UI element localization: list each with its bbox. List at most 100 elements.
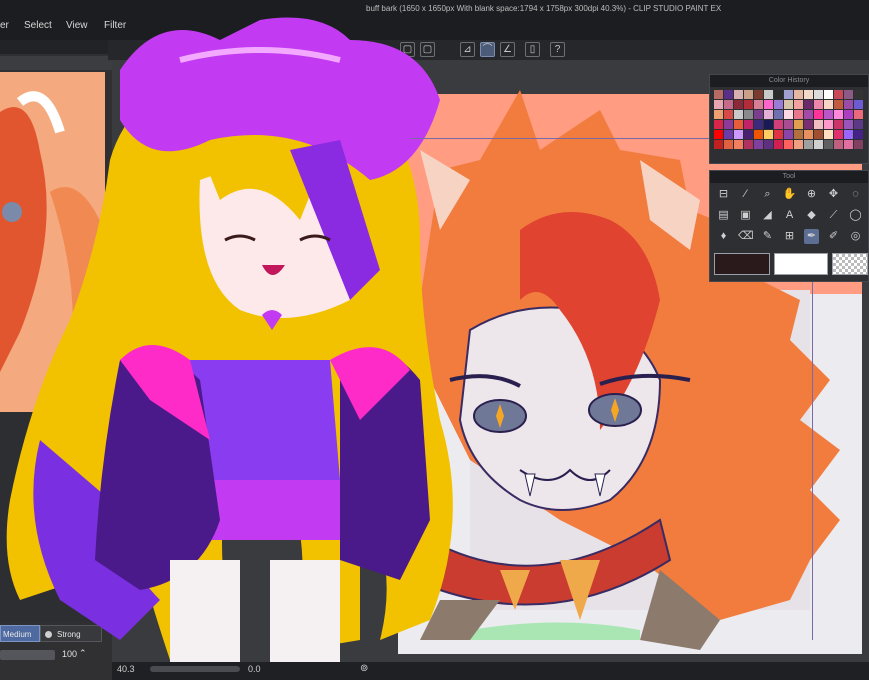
color-swatch[interactable] bbox=[734, 140, 743, 149]
airbrush-icon[interactable]: ◎ bbox=[848, 229, 863, 244]
move-layer-icon[interactable]: ⊕ bbox=[804, 187, 819, 202]
color-swatch[interactable] bbox=[794, 110, 803, 119]
color-swatch[interactable] bbox=[724, 90, 733, 99]
color-swatch[interactable] bbox=[714, 100, 723, 109]
color-swatch[interactable] bbox=[754, 110, 763, 119]
color-swatch[interactable] bbox=[824, 120, 833, 129]
color-swatch[interactable] bbox=[804, 110, 813, 119]
color-swatch[interactable] bbox=[774, 100, 783, 109]
color-swatch[interactable] bbox=[824, 90, 833, 99]
color-swatch[interactable] bbox=[724, 140, 733, 149]
hand-icon[interactable]: ✋ bbox=[782, 187, 797, 202]
color-swatch[interactable] bbox=[784, 120, 793, 129]
color-swatch[interactable] bbox=[854, 120, 863, 129]
color-swatch[interactable] bbox=[804, 120, 813, 129]
color-swatch[interactable] bbox=[794, 100, 803, 109]
rotate-reset-icon[interactable]: ⊚ bbox=[360, 663, 368, 674]
color-swatch[interactable] bbox=[754, 100, 763, 109]
color-swatch[interactable] bbox=[714, 90, 723, 99]
color-swatch[interactable] bbox=[834, 100, 843, 109]
lasso-icon[interactable]: ◌ bbox=[848, 187, 863, 202]
color-swatch[interactable] bbox=[754, 130, 763, 139]
eyedropper-icon[interactable]: ⟋ bbox=[826, 208, 841, 223]
color-swatch[interactable] bbox=[844, 90, 853, 99]
color-swatch[interactable] bbox=[744, 130, 753, 139]
search-icon[interactable]: ⌕ bbox=[760, 187, 775, 202]
color-swatch[interactable] bbox=[754, 120, 763, 129]
color-swatch[interactable] bbox=[804, 90, 813, 99]
color-swatch[interactable] bbox=[754, 90, 763, 99]
color-swatch[interactable] bbox=[764, 110, 773, 119]
brush-icon[interactable]: ⁄ bbox=[738, 187, 753, 202]
color-swatch[interactable] bbox=[794, 90, 803, 99]
text-icon[interactable]: A bbox=[782, 208, 797, 223]
color-swatch[interactable] bbox=[764, 130, 773, 139]
fill-icon[interactable]: ◆ bbox=[804, 208, 819, 223]
color-swatch[interactable] bbox=[784, 90, 793, 99]
color-swatch[interactable] bbox=[814, 100, 823, 109]
color-swatch[interactable] bbox=[784, 100, 793, 109]
color-swatch[interactable] bbox=[754, 140, 763, 149]
move-icon[interactable]: ✥ bbox=[826, 187, 841, 202]
color-swatch[interactable] bbox=[854, 100, 863, 109]
zoom-slider[interactable] bbox=[150, 666, 240, 672]
color-swatch[interactable] bbox=[744, 120, 753, 129]
color-swatch[interactable] bbox=[744, 90, 753, 99]
color-swatch[interactable] bbox=[724, 120, 733, 129]
rotation-value[interactable]: 0.0 bbox=[248, 664, 261, 674]
main-color-chip[interactable] bbox=[714, 253, 770, 275]
color-swatch[interactable] bbox=[824, 100, 833, 109]
color-swatch[interactable] bbox=[724, 130, 733, 139]
color-swatch[interactable] bbox=[824, 110, 833, 119]
zoom-value[interactable]: 40.3 bbox=[117, 664, 135, 674]
color-swatch[interactable] bbox=[804, 100, 813, 109]
color-swatch[interactable] bbox=[734, 130, 743, 139]
color-swatch[interactable] bbox=[764, 140, 773, 149]
color-swatch[interactable] bbox=[734, 90, 743, 99]
color-swatch[interactable] bbox=[744, 100, 753, 109]
color-swatch[interactable] bbox=[744, 110, 753, 119]
color-swatch[interactable] bbox=[794, 120, 803, 129]
color-swatch[interactable] bbox=[764, 120, 773, 129]
eraser-icon[interactable]: ⌫ bbox=[738, 229, 754, 244]
color-swatch[interactable] bbox=[844, 110, 853, 119]
color-swatch[interactable] bbox=[734, 110, 743, 119]
transparent-color-chip[interactable] bbox=[832, 253, 868, 275]
grid-icon[interactable]: ⊞ bbox=[782, 229, 797, 244]
ruler-tool-icon[interactable]: ◢ bbox=[760, 208, 775, 223]
color-swatch[interactable] bbox=[774, 110, 783, 119]
color-swatch[interactable] bbox=[834, 110, 843, 119]
color-swatch[interactable] bbox=[844, 100, 853, 109]
pen-icon[interactable]: ✒ bbox=[804, 229, 819, 244]
color-swatch[interactable] bbox=[794, 140, 803, 149]
color-swatch[interactable] bbox=[714, 130, 723, 139]
sub-color-chip[interactable] bbox=[774, 253, 828, 275]
color-swatch[interactable] bbox=[854, 130, 863, 139]
color-swatch[interactable] bbox=[814, 90, 823, 99]
water-icon[interactable]: ♦ bbox=[716, 229, 731, 244]
color-swatch[interactable] bbox=[734, 100, 743, 109]
color-swatch[interactable] bbox=[854, 110, 863, 119]
figure-icon[interactable]: ▣ bbox=[738, 208, 753, 223]
color-swatch[interactable] bbox=[784, 130, 793, 139]
color-swatch[interactable] bbox=[814, 130, 823, 139]
color-swatch[interactable] bbox=[814, 120, 823, 129]
color-swatch[interactable] bbox=[714, 140, 723, 149]
color-swatch[interactable] bbox=[834, 140, 843, 149]
color-swatch[interactable] bbox=[834, 120, 843, 129]
color-swatch[interactable] bbox=[784, 140, 793, 149]
color-swatch[interactable] bbox=[824, 140, 833, 149]
color-swatch[interactable] bbox=[844, 130, 853, 139]
color-swatch[interactable] bbox=[814, 110, 823, 119]
color-swatch[interactable] bbox=[774, 130, 783, 139]
color-swatch[interactable] bbox=[744, 140, 753, 149]
color-swatch[interactable] bbox=[794, 130, 803, 139]
color-swatch[interactable] bbox=[854, 90, 863, 99]
nib-icon[interactable]: ✐ bbox=[826, 229, 841, 244]
color-swatch[interactable] bbox=[814, 140, 823, 149]
color-swatch[interactable] bbox=[724, 110, 733, 119]
color-swatch[interactable] bbox=[834, 130, 843, 139]
color-swatch[interactable] bbox=[714, 110, 723, 119]
color-swatch[interactable] bbox=[764, 100, 773, 109]
color-swatch[interactable] bbox=[734, 120, 743, 129]
